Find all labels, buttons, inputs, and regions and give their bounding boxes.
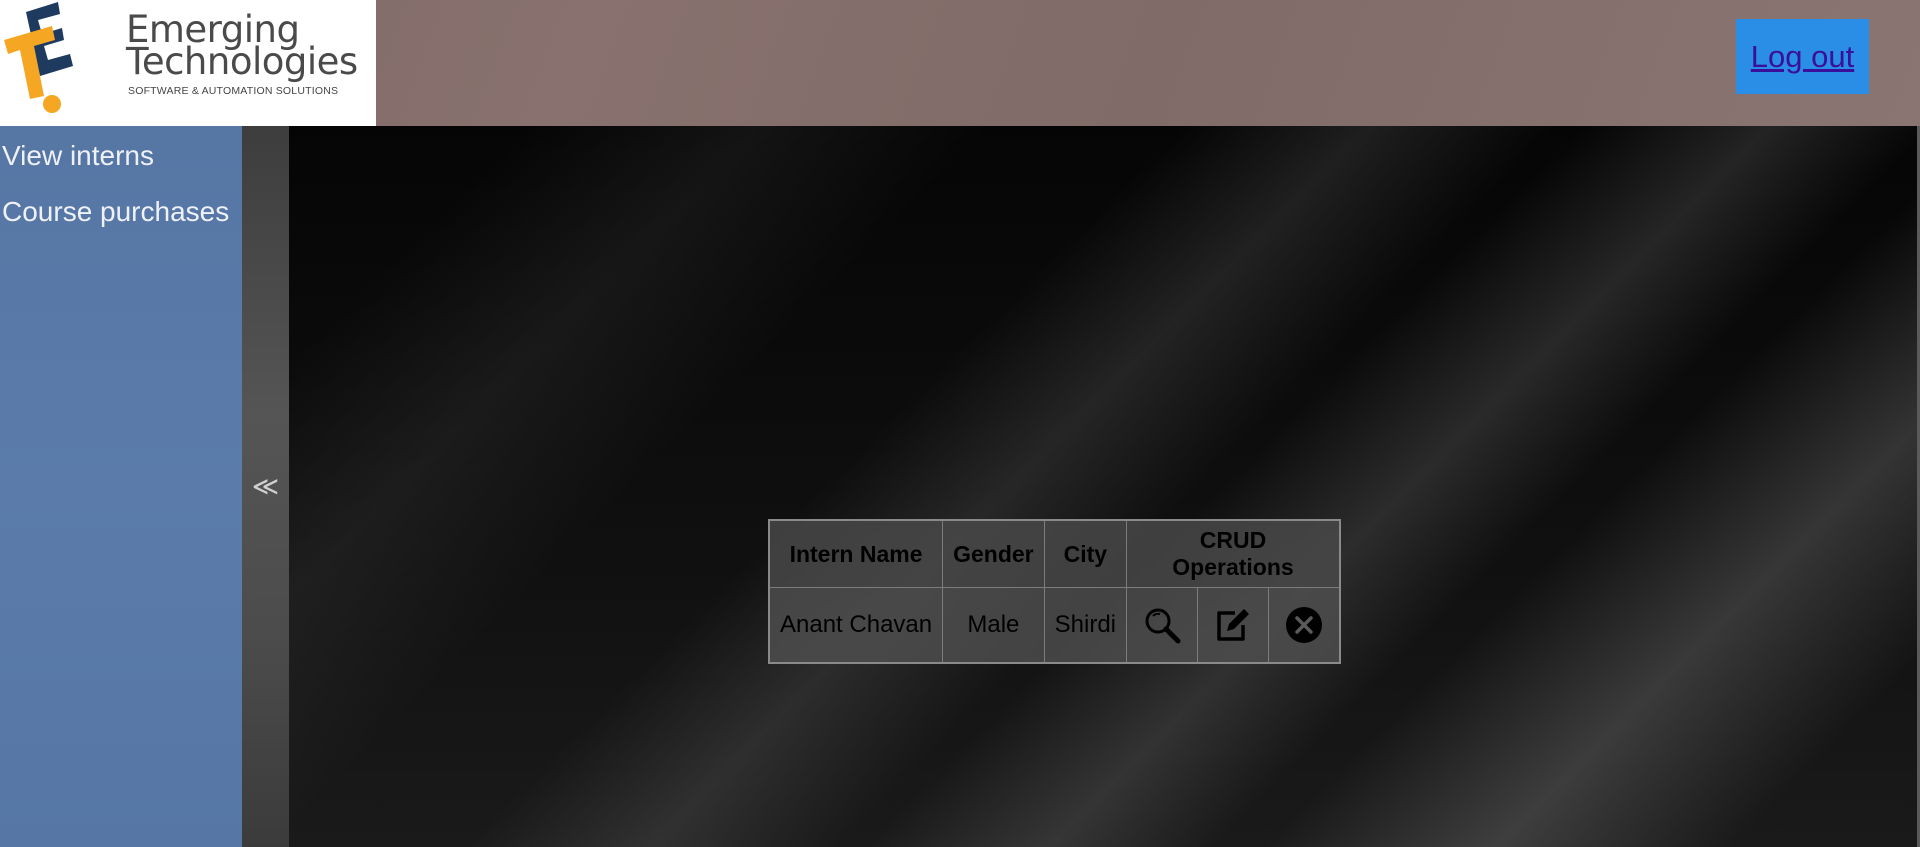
logout-link[interactable]: Log out xyxy=(1751,39,1854,75)
double-chevron-left-icon: ≪ xyxy=(251,471,280,502)
logo-mark-icon xyxy=(4,2,73,113)
sidebar-item-view-interns[interactable]: View interns xyxy=(2,140,154,172)
logo-tagline: SOFTWARE & AUTOMATION SOLUTIONS xyxy=(128,85,339,97)
table-row: Anant Chavan Male Shirdi xyxy=(768,587,1341,664)
cell-intern-name: Anant Chavan xyxy=(768,587,944,664)
sidebar: View interns Course purchases xyxy=(0,126,242,847)
main-content xyxy=(289,126,1920,847)
logout-button[interactable]: Log out xyxy=(1736,19,1869,94)
sidebar-collapse-toggle[interactable]: ≪ xyxy=(242,126,289,847)
edit-action-cell[interactable] xyxy=(1197,587,1269,664)
sidebar-item-course-purchases[interactable]: Course purchases xyxy=(2,196,229,228)
cell-city: Shirdi xyxy=(1043,587,1128,664)
table-header-row: Intern Name Gender City CRUD Operations xyxy=(768,519,1341,588)
top-header: Emerging Technologies SOFTWARE & AUTOMAT… xyxy=(0,0,1920,126)
column-header-intern-name: Intern Name xyxy=(768,519,944,588)
delete-action-cell[interactable] xyxy=(1268,587,1341,664)
interns-table: Intern Name Gender City CRUD Operations … xyxy=(768,519,1341,664)
column-header-gender: Gender xyxy=(942,519,1045,588)
logo-text-line2: Technologies xyxy=(126,40,358,83)
column-header-city: City xyxy=(1043,519,1128,588)
cell-gender: Male xyxy=(942,587,1045,664)
column-header-crud-operations: CRUD Operations xyxy=(1126,519,1341,588)
edit-icon[interactable] xyxy=(1213,605,1253,645)
search-icon[interactable] xyxy=(1142,605,1182,645)
delete-icon[interactable] xyxy=(1284,605,1324,645)
company-logo[interactable]: Emerging Technologies SOFTWARE & AUTOMAT… xyxy=(0,0,376,126)
view-action-cell[interactable] xyxy=(1126,587,1198,664)
